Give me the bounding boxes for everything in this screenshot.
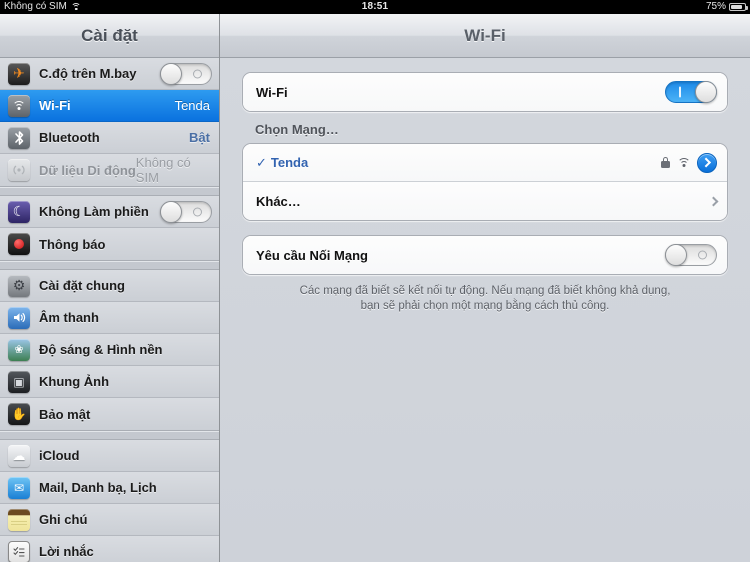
picture-frame-icon: ▣ — [8, 370, 30, 393]
sidebar-item-value: Tenda — [174, 98, 210, 113]
disclosure-arrow-icon[interactable] — [697, 152, 717, 173]
sidebar-item-general[interactable]: ⚙ Cài đặt chung — [0, 270, 219, 302]
wifi-toggle-card: Wi-Fi — [242, 72, 728, 112]
sidebar-item-label: Âm thanh — [39, 310, 99, 325]
sidebar-group-notifications: ☾ Không Làm phiền Thông báo — [0, 196, 219, 261]
sidebar-separator — [0, 187, 219, 196]
notifications-icon — [8, 233, 30, 255]
wifi-signal-icon — [677, 157, 690, 168]
wifi-toggle[interactable] — [665, 81, 717, 103]
wifi-icon — [8, 94, 30, 117]
sidebar-separator — [0, 261, 219, 270]
network-name-label: Tenda — [270, 155, 309, 170]
airplane-icon: ✈ — [8, 62, 30, 85]
speaker-icon — [8, 306, 30, 329]
sidebar-item-label: Khung Ảnh — [39, 374, 110, 389]
brightness-wallpaper-icon: ❀ — [8, 338, 30, 361]
gear-icon: ⚙ — [8, 274, 30, 297]
cloud-icon: ☁ — [8, 444, 30, 467]
sidebar-item-notes[interactable]: Ghi chú — [0, 504, 219, 536]
wifi-settings-body: Wi-Fi Chọn Mạng… ✓ Tenda Khác… Yêu cầu N… — [220, 58, 750, 562]
sidebar-item-label: Bluetooth — [39, 130, 100, 145]
network-row-tenda[interactable]: ✓ Tenda — [243, 144, 727, 182]
sidebar-item-notifications[interactable]: Thông báo — [0, 228, 219, 260]
sidebar-item-wifi[interactable]: Wi-Fi Tenda — [0, 90, 219, 122]
ipad-settings-screen: Không có SIM 18:51 75% Cài đặt ✈ C.độ tr… — [0, 0, 750, 562]
airplane-mode-toggle[interactable] — [160, 62, 212, 85]
status-bar: Không có SIM 18:51 75% — [0, 0, 750, 14]
checkmark-icon: ✓ — [256, 154, 267, 170]
page-title: Wi-Fi — [220, 14, 750, 58]
sidebar-item-icloud[interactable]: ☁ iCloud — [0, 440, 219, 472]
bluetooth-icon — [8, 126, 30, 149]
ask-to-join-label: Yêu cầu Nối Mạng — [256, 247, 368, 263]
mail-icon: ✉ — [8, 476, 30, 499]
sidebar-item-bluetooth[interactable]: Bluetooth Bật — [0, 122, 219, 154]
network-row-accessories — [661, 152, 717, 173]
sidebar-group-connectivity: ✈ C.độ trên M.bay Wi-Fi Tenda Bluetooth … — [0, 58, 219, 187]
ask-to-join-control-area — [665, 244, 717, 266]
battery-icon — [729, 3, 748, 11]
lock-icon — [661, 157, 670, 168]
sidebar-item-picture-frame[interactable]: ▣ Khung Ảnh — [0, 366, 219, 398]
reminders-icon — [8, 540, 30, 562]
sidebar-group-system: ⚙ Cài đặt chung Âm thanh ❀ Độ sáng & Hìn… — [0, 270, 219, 431]
sidebar-item-label: Dữ liệu Di động — [39, 162, 136, 178]
sidebar-item-sounds[interactable]: Âm thanh — [0, 302, 219, 334]
sidebar-item-label: Không Làm phiền — [39, 204, 149, 219]
network-name-label: Khác… — [256, 193, 301, 209]
sidebar-item-label: Độ sáng & Hình nền — [39, 342, 163, 357]
status-bar-clock: 18:51 — [361, 1, 389, 12]
wifi-toggle-label: Wi-Fi — [256, 84, 288, 100]
settings-sidebar: Cài đặt ✈ C.độ trên M.bay Wi-Fi Tenda Bl… — [0, 14, 220, 562]
wifi-detail-pane: Wi-Fi Wi-Fi Chọn Mạng… ✓ Tenda Khác… Yêu… — [220, 14, 750, 562]
sidebar-item-label: Mail, Danh bạ, Lịch — [39, 480, 157, 495]
sidebar-item-cellular-data[interactable]: Dữ liệu Di động Không có SIM — [0, 154, 219, 186]
sidebar-item-value: Bật — [189, 130, 210, 145]
sidebar-group-accounts: ☁ iCloud ✉ Mail, Danh bạ, Lịch Ghi chú L… — [0, 440, 219, 562]
sidebar-item-airplane-mode[interactable]: ✈ C.độ trên M.bay — [0, 58, 219, 90]
ask-to-join-footnote: Các mạng đã biết sẽ kết nối tự động. Nếu… — [299, 285, 671, 312]
sidebar-list[interactable]: ✈ C.độ trên M.bay Wi-Fi Tenda Bluetooth … — [0, 58, 219, 562]
sidebar-item-privacy[interactable]: ✋ Bảo mật — [0, 398, 219, 430]
moon-icon: ☾ — [8, 200, 30, 223]
status-bar-right: 75% — [705, 0, 748, 14]
hand-privacy-icon: ✋ — [8, 403, 30, 425]
ask-to-join-row[interactable]: Yêu cầu Nối Mạng — [243, 236, 727, 274]
do-not-disturb-toggle[interactable] — [160, 200, 212, 223]
sidebar-item-brightness-wallpaper[interactable]: ❀ Độ sáng & Hình nền — [0, 334, 219, 366]
sidebar-item-label: Wi-Fi — [39, 98, 71, 113]
network-row-other[interactable]: Khác… — [243, 182, 727, 220]
sidebar-item-label: Bảo mật — [39, 406, 91, 422]
sidebar-item-label: Ghi chú — [39, 512, 88, 527]
sidebar-separator — [0, 431, 219, 440]
sidebar-item-do-not-disturb[interactable]: ☾ Không Làm phiền — [0, 196, 219, 228]
sidebar-item-label: Lời nhắc — [39, 544, 94, 559]
sidebar-item-label: C.độ trên M.bay — [39, 66, 137, 81]
sidebar-item-label: Thông báo — [39, 236, 106, 252]
cellular-icon — [8, 159, 30, 181]
choose-network-header: Chọn Mạng… — [255, 122, 339, 137]
sidebar-item-label: Cài đặt chung — [39, 278, 125, 293]
network-list-card: ✓ Tenda Khác… — [242, 143, 728, 221]
sidebar-item-reminders[interactable]: Lời nhắc — [0, 536, 219, 562]
sidebar-item-label: iCloud — [39, 448, 80, 463]
wifi-toggle-row[interactable]: Wi-Fi — [243, 73, 727, 111]
notes-icon — [8, 508, 30, 531]
ask-to-join-toggle[interactable] — [665, 244, 717, 266]
sidebar-item-mail-contacts-calendars[interactable]: ✉ Mail, Danh bạ, Lịch — [0, 472, 219, 504]
split-view: Cài đặt ✈ C.độ trên M.bay Wi-Fi Tenda Bl… — [0, 14, 750, 562]
network-row-accessories — [708, 196, 719, 206]
sidebar-title: Cài đặt — [0, 14, 219, 58]
battery-percent-label: 75% — [705, 1, 726, 12]
sidebar-item-value: Không có SIM — [135, 155, 191, 185]
chevron-right-icon — [708, 196, 719, 206]
wifi-toggle-control-area — [665, 81, 717, 103]
ask-to-join-card: Yêu cầu Nối Mạng — [242, 235, 728, 275]
